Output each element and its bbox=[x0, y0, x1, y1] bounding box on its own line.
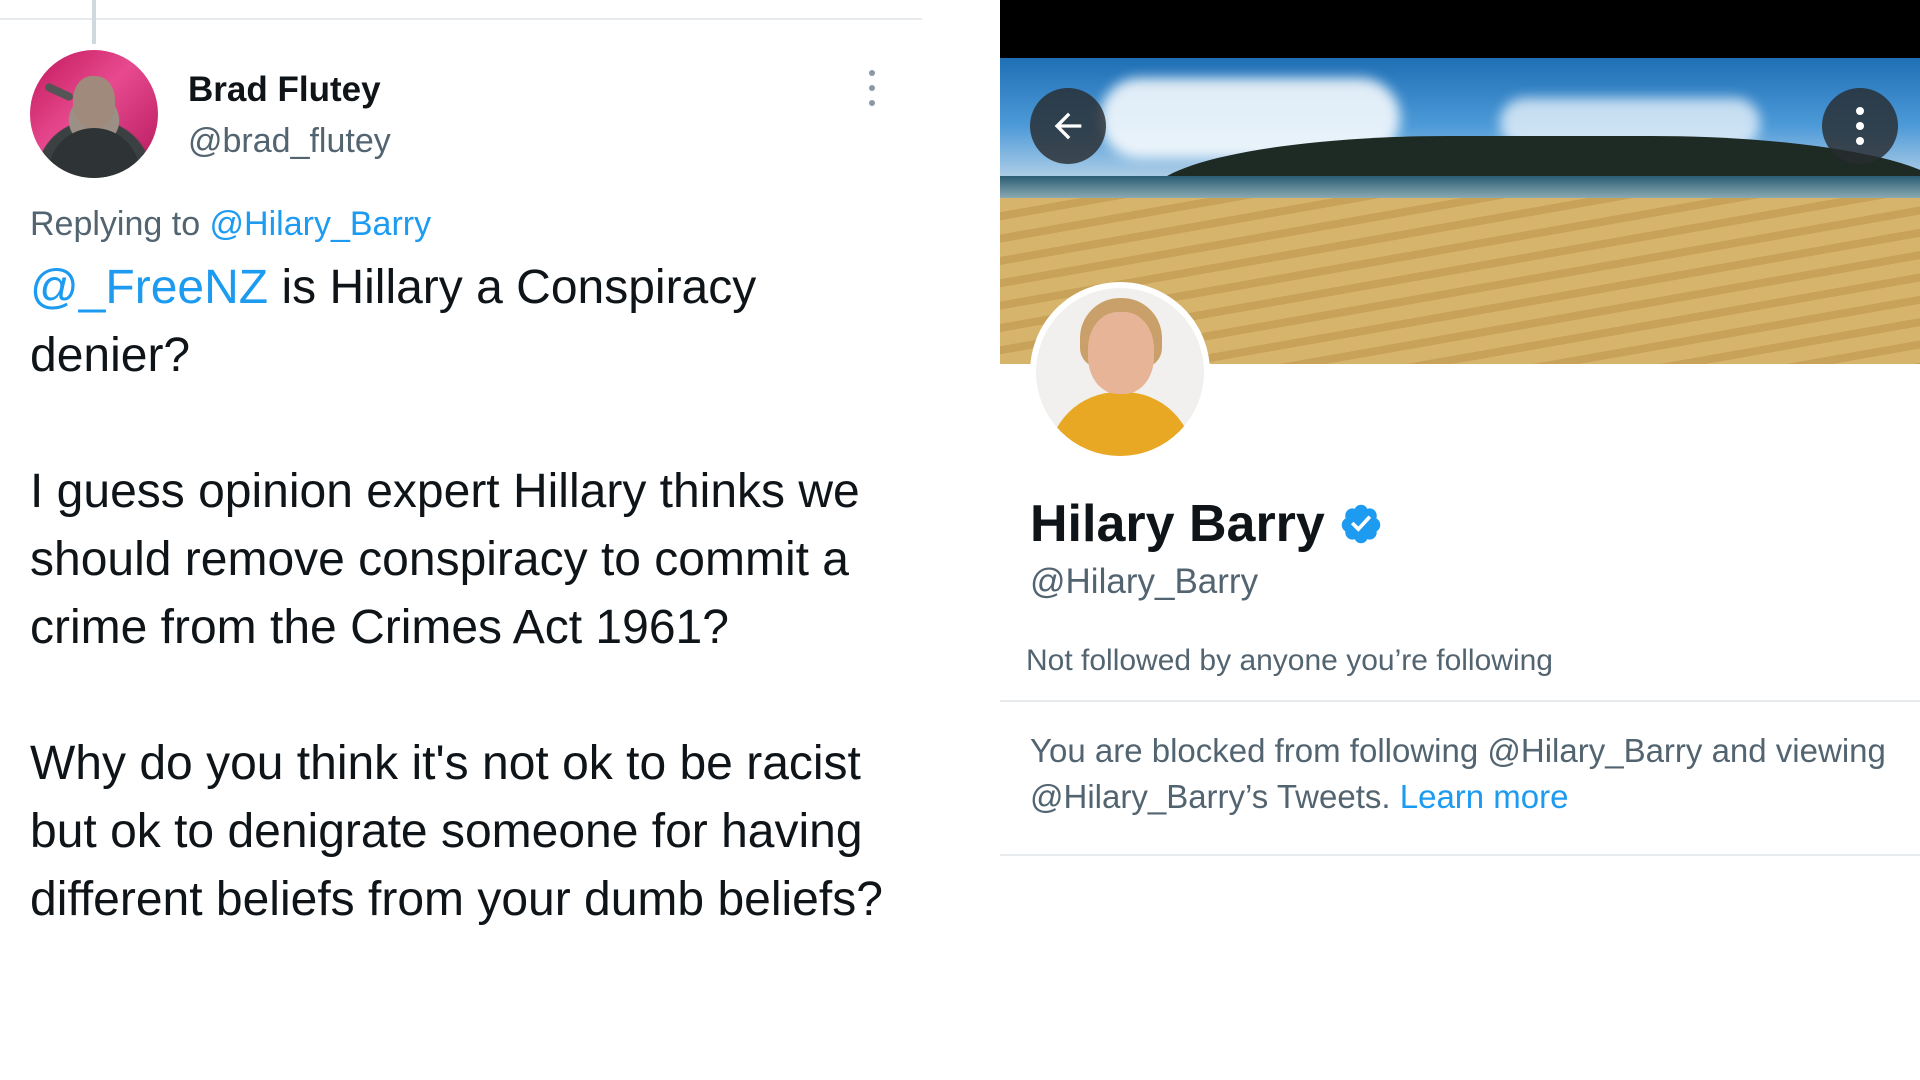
dot bbox=[1856, 137, 1864, 145]
thread-connector-line bbox=[92, 0, 96, 44]
microphone-icon bbox=[43, 82, 75, 102]
mention-link[interactable]: @_FreeNZ bbox=[30, 261, 268, 314]
author-name[interactable]: Brad Flutey bbox=[188, 70, 381, 110]
author-handle[interactable]: @brad_flutey bbox=[188, 122, 391, 161]
tweet-more-icon[interactable] bbox=[862, 70, 882, 106]
profile-handle: @Hilary_Barry bbox=[1030, 562, 1259, 601]
profile-panel: Hilary Barry @Hilary_Barry Not followed … bbox=[1000, 0, 1920, 1080]
avatar-face-shape bbox=[1088, 312, 1154, 394]
divider bbox=[1000, 700, 1920, 702]
screenshot-composite: Brad Flutey @brad_flutey Replying to @Hi… bbox=[0, 0, 1920, 1080]
dot bbox=[869, 70, 875, 76]
tweet-paragraph-3: Why do you think it's not ok to be racis… bbox=[30, 737, 883, 926]
replying-prefix: Replying to bbox=[30, 205, 210, 243]
profile-display-name: Hilary Barry bbox=[1030, 494, 1383, 554]
avatar-face-shape bbox=[73, 76, 115, 128]
tweet-text: @_FreeNZ is Hillary a Conspiracy denier?… bbox=[30, 254, 910, 934]
arrow-left-icon bbox=[1054, 112, 1082, 140]
tweet-paragraph-1: @_FreeNZ is Hillary a Conspiracy denier? bbox=[30, 254, 910, 390]
verified-badge-icon[interactable] bbox=[1339, 502, 1383, 546]
profile-avatar[interactable] bbox=[1030, 282, 1210, 462]
dot bbox=[1856, 122, 1864, 130]
profile-more-button[interactable] bbox=[1822, 88, 1898, 164]
learn-more-link[interactable]: Learn more bbox=[1400, 778, 1569, 815]
blocked-message: You are blocked from following @Hilary_B… bbox=[1030, 728, 1910, 820]
dot bbox=[869, 100, 875, 106]
author-avatar[interactable] bbox=[30, 50, 158, 178]
display-name-text: Hilary Barry bbox=[1030, 495, 1325, 553]
avatar-body-shape bbox=[48, 128, 140, 178]
tweet-panel: Brad Flutey @brad_flutey Replying to @Hi… bbox=[0, 0, 922, 1080]
dot bbox=[869, 85, 875, 91]
followers-you-know-note: Not followed by anyone you’re following bbox=[1026, 644, 1553, 677]
status-bar bbox=[1000, 0, 1920, 58]
tweet-paragraph-2: I guess opinion expert Hillary thinks we… bbox=[30, 465, 860, 654]
dot bbox=[1856, 107, 1864, 115]
back-button[interactable] bbox=[1030, 88, 1106, 164]
replying-to-line: Replying to @Hilary_Barry bbox=[30, 205, 431, 244]
replying-to-mention-link[interactable]: @Hilary_Barry bbox=[210, 205, 432, 243]
avatar-top-shape bbox=[1048, 392, 1194, 456]
top-divider bbox=[0, 18, 922, 20]
divider bbox=[1000, 854, 1920, 856]
